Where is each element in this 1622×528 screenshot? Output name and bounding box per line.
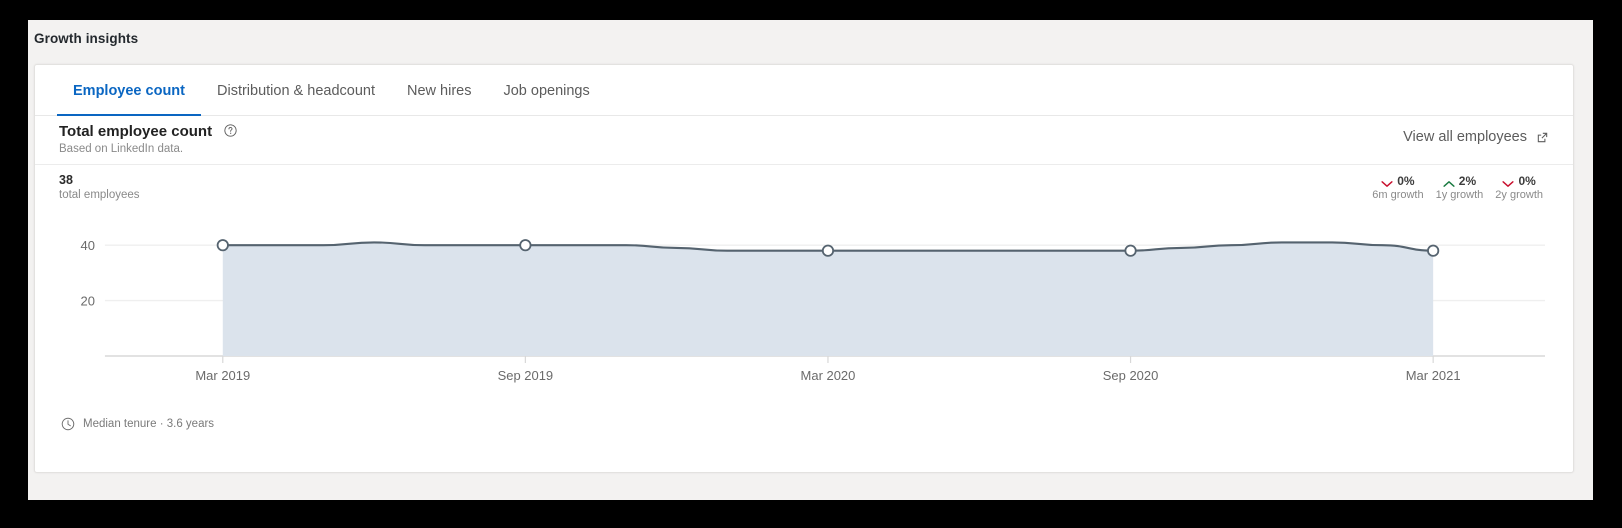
growth-value: 2% [1459,174,1476,188]
tab-label: Employee count [73,83,185,99]
clock-icon [61,417,75,431]
tab-label: New hires [407,83,471,99]
question-circle-icon[interactable] [224,124,237,137]
chart-area-fill [223,242,1433,356]
tab-new-hires[interactable]: New hires [391,65,487,116]
x-axis-tick-label: Sep 2020 [1103,368,1159,383]
tab-label: Job openings [503,83,589,99]
chart-data-point[interactable] [520,240,530,250]
growth-metric-1y: 2% 1y growth [1430,174,1490,203]
chart-data-point[interactable] [1428,246,1438,256]
x-axis-tick-label: Mar 2021 [1406,368,1461,383]
tab-bar: Employee count Distribution & headcount … [35,65,1573,116]
tab-label: Distribution & headcount [217,83,375,99]
chevron-up-icon [1443,177,1455,185]
growth-label: 1y growth [1436,188,1484,203]
section-header: Total employee count Based on LinkedIn d… [35,116,1573,165]
view-all-employees-link[interactable]: View all employees [1403,129,1549,145]
growth-metrics: 0% 6m growth 2% 1y growth [1366,174,1549,203]
chart-data-point[interactable] [823,246,833,256]
tab-distribution-headcount[interactable]: Distribution & headcount [201,65,391,116]
section-title: Total employee count [59,123,212,140]
tab-employee-count[interactable]: Employee count [57,65,201,116]
growth-value: 0% [1518,174,1535,188]
median-tenure-footer: Median tenure · 3.6 years [35,411,1573,431]
chart-data-point[interactable] [218,240,228,250]
total-employee-value: 38 [59,173,1549,188]
growth-value: 0% [1397,174,1414,188]
module-title: Growth insights [34,31,138,46]
growth-metric-6m: 0% 6m growth [1366,174,1429,203]
x-axis-tick-label: Sep 2019 [498,368,554,383]
view-all-label: View all employees [1403,129,1527,145]
employee-count-chart[interactable]: 20 40 Mar 2019 Sep 2019 Mar 2020 Sep 2020 Mar … [59,211,1549,411]
x-axis-tick-label: Mar 2020 [801,368,856,383]
total-employee-label: total employees [59,188,1549,203]
chevron-down-icon [1381,177,1393,185]
growth-label: 6m growth [1372,188,1423,203]
y-axis-tick-label: 20 [81,294,95,309]
growth-metric-2y: 0% 2y growth [1489,174,1549,203]
x-axis-tick-label: Mar 2019 [195,368,250,383]
chart-svg: 20 40 Mar 2019 Sep 2019 Mar 2020 Sep 2020 Mar … [59,211,1549,411]
insights-page: Growth insights Employee count Distribut… [28,20,1593,500]
chevron-down-icon [1502,177,1514,185]
tab-job-openings[interactable]: Job openings [487,65,605,116]
median-tenure-text: Median tenure · 3.6 years [83,418,214,430]
growth-label: 2y growth [1495,188,1543,203]
external-link-icon [1536,131,1549,144]
y-axis-tick-label: 40 [81,238,95,253]
chart-data-point[interactable] [1125,246,1135,256]
growth-insights-card: Employee count Distribution & headcount … [34,64,1574,473]
stats-row: 38 total employees 0% 6m growth [35,165,1573,211]
section-subtitle: Based on LinkedIn data. [59,143,1549,155]
